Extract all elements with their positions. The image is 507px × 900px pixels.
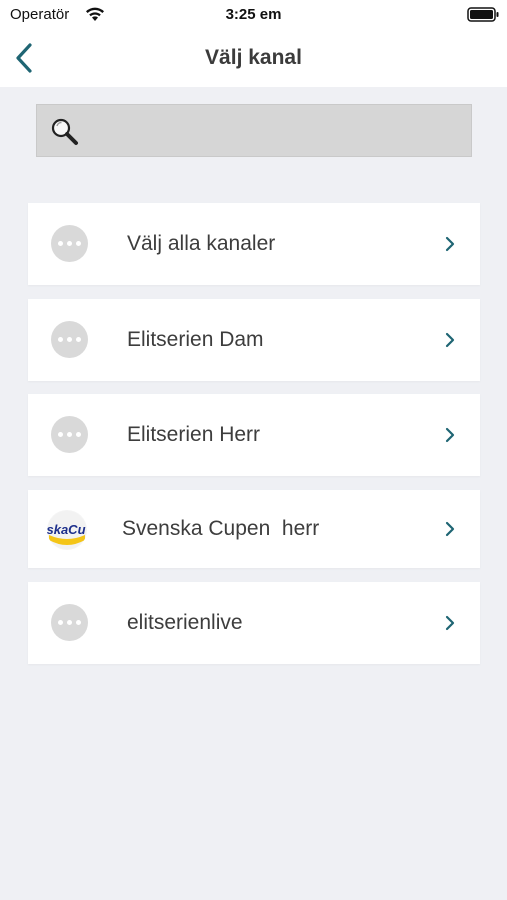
channel-row-elitserienlive[interactable]: elitserienlive xyxy=(28,582,480,664)
channel-row-elitserien-herr[interactable]: Elitserien Herr xyxy=(28,394,480,476)
search-bar[interactable] xyxy=(36,104,472,157)
more-dots-icon xyxy=(51,321,88,358)
svg-text:skaCu: skaCu xyxy=(47,522,86,537)
channel-row-svenska-cupen[interactable]: skaCu Svenska Cupen herr xyxy=(28,490,480,568)
back-button[interactable] xyxy=(6,38,42,78)
chevron-right-icon xyxy=(445,236,455,252)
more-dots-icon xyxy=(51,225,88,262)
battery-icon xyxy=(467,7,499,22)
navigation-bar: Välj kanal xyxy=(0,30,507,87)
channel-row-all[interactable]: Välj alla kanaler xyxy=(28,203,480,285)
channel-row-elitserien-dam[interactable]: Elitserien Dam xyxy=(28,299,480,381)
channel-label: elitserienlive xyxy=(127,611,243,634)
svenska-cupen-logo: skaCu xyxy=(47,510,87,550)
search-input[interactable] xyxy=(87,105,467,156)
search-icon xyxy=(51,118,78,145)
channel-label: Elitserien Dam xyxy=(127,328,264,351)
channel-label: Välj alla kanaler xyxy=(127,232,276,255)
more-dots-icon xyxy=(51,416,88,453)
chevron-left-icon xyxy=(16,43,32,73)
page-title: Välj kanal xyxy=(205,46,302,69)
channel-label: Svenska Cupen herr xyxy=(122,517,320,540)
chevron-right-icon xyxy=(445,427,455,443)
chevron-right-icon xyxy=(445,521,455,537)
more-dots-icon xyxy=(51,604,88,641)
status-time: 3:25 em xyxy=(225,6,282,23)
channel-label: Elitserien Herr xyxy=(127,423,261,446)
status-bar: Operatör 3:25 em xyxy=(0,0,507,30)
chevron-right-icon xyxy=(445,332,455,348)
chevron-right-icon xyxy=(445,615,455,631)
